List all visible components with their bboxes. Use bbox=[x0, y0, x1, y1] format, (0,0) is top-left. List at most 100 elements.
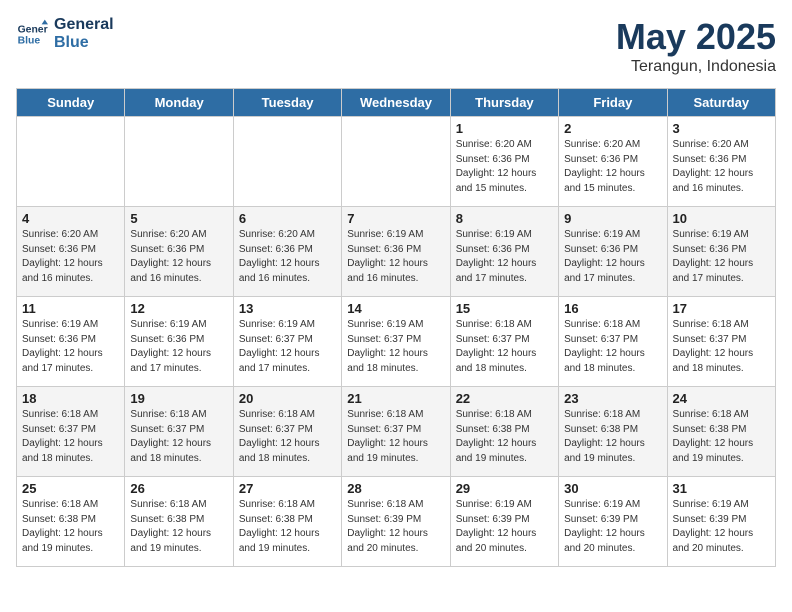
day-number: 4 bbox=[22, 211, 119, 226]
calendar-cell: 13 Sunrise: 6:19 AM Sunset: 6:37 PM Dayli… bbox=[233, 297, 341, 387]
day-info: Sunrise: 6:18 AM Sunset: 6:37 PM Dayligh… bbox=[347, 408, 444, 466]
day-number: 23 bbox=[564, 391, 661, 406]
day-info: Sunrise: 6:19 AM Sunset: 6:36 PM Dayligh… bbox=[130, 318, 227, 376]
day-number: 8 bbox=[456, 211, 553, 226]
svg-text:General: General bbox=[18, 24, 48, 35]
col-header-thursday: Thursday bbox=[450, 89, 558, 117]
calendar-cell: 1 Sunrise: 6:20 AM Sunset: 6:36 PM Daylig… bbox=[450, 117, 558, 207]
day-info: Sunrise: 6:20 AM Sunset: 6:36 PM Dayligh… bbox=[22, 228, 119, 286]
day-info: Sunrise: 6:18 AM Sunset: 6:38 PM Dayligh… bbox=[22, 498, 119, 556]
title-block: May 2025 Terangun, Indonesia bbox=[616, 16, 776, 76]
day-number: 10 bbox=[673, 211, 770, 226]
calendar-cell: 12Sunrise: 6:19 AM Sunset: 6:36 PM Dayli… bbox=[125, 297, 233, 387]
day-info: Sunrise: 6:20 AM Sunset: 6:36 PM Dayligh… bbox=[130, 228, 227, 286]
page-subtitle: Terangun, Indonesia bbox=[616, 58, 776, 76]
calendar-cell: 24 Sunrise: 6:18 AM Sunset: 6:38 PM Dayli… bbox=[667, 387, 775, 477]
day-info: Sunrise: 6:18 AM Sunset: 6:37 PM Dayligh… bbox=[130, 408, 227, 466]
calendar-cell: 28 Sunrise: 6:18 AM Sunset: 6:39 PM Dayli… bbox=[342, 477, 450, 567]
calendar-cell: 21Sunrise: 6:18 AM Sunset: 6:37 PM Dayli… bbox=[342, 387, 450, 477]
day-number: 18 bbox=[22, 391, 119, 406]
day-info: Sunrise: 6:18 AM Sunset: 6:38 PM Dayligh… bbox=[130, 498, 227, 556]
calendar-cell: 11 Sunrise: 6:19 AM Sunset: 6:36 PM Dayli… bbox=[17, 297, 125, 387]
day-info: Sunrise: 6:19 AM Sunset: 6:39 PM Dayligh… bbox=[673, 498, 770, 556]
col-header-sunday: Sunday bbox=[17, 89, 125, 117]
col-header-saturday: Saturday bbox=[667, 89, 775, 117]
calendar-table: SundayMondayTuesdayWednesdayThursdayFrid… bbox=[16, 88, 776, 567]
day-info: Sunrise: 6:18 AM Sunset: 6:38 PM Dayligh… bbox=[673, 408, 770, 466]
calendar-cell: 10 Sunrise: 6:19 AM Sunset: 6:36 PM Dayli… bbox=[667, 207, 775, 297]
day-number: 15 bbox=[456, 301, 553, 316]
day-number: 3 bbox=[673, 121, 770, 136]
calendar-cell: 2Sunrise: 6:20 AM Sunset: 6:36 PM Daylig… bbox=[559, 117, 667, 207]
day-number: 14 bbox=[347, 301, 444, 316]
calendar-cell: 31Sunrise: 6:19 AM Sunset: 6:39 PM Dayli… bbox=[667, 477, 775, 567]
col-header-wednesday: Wednesday bbox=[342, 89, 450, 117]
logo-line2: Blue bbox=[54, 34, 114, 52]
day-info: Sunrise: 6:18 AM Sunset: 6:37 PM Dayligh… bbox=[22, 408, 119, 466]
day-info: Sunrise: 6:18 AM Sunset: 6:39 PM Dayligh… bbox=[347, 498, 444, 556]
day-number: 19 bbox=[130, 391, 227, 406]
day-info: Sunrise: 6:19 AM Sunset: 6:36 PM Dayligh… bbox=[22, 318, 119, 376]
calendar-cell bbox=[125, 117, 233, 207]
calendar-cell: 7 Sunrise: 6:19 AM Sunset: 6:36 PM Daylig… bbox=[342, 207, 450, 297]
day-number: 26 bbox=[130, 481, 227, 496]
page-title: May 2025 bbox=[616, 16, 776, 58]
logo-icon: General Blue bbox=[16, 18, 48, 50]
day-info: Sunrise: 6:18 AM Sunset: 6:37 PM Dayligh… bbox=[564, 318, 661, 376]
calendar-cell: 17 Sunrise: 6:18 AM Sunset: 6:37 PM Dayli… bbox=[667, 297, 775, 387]
calendar-cell: 8Sunrise: 6:19 AM Sunset: 6:36 PM Daylig… bbox=[450, 207, 558, 297]
calendar-cell: 4 Sunrise: 6:20 AM Sunset: 6:36 PM Daylig… bbox=[17, 207, 125, 297]
col-header-friday: Friday bbox=[559, 89, 667, 117]
day-number: 5 bbox=[130, 211, 227, 226]
day-info: Sunrise: 6:19 AM Sunset: 6:37 PM Dayligh… bbox=[239, 318, 336, 376]
day-number: 7 bbox=[347, 211, 444, 226]
day-info: Sunrise: 6:20 AM Sunset: 6:36 PM Dayligh… bbox=[456, 138, 553, 196]
col-header-tuesday: Tuesday bbox=[233, 89, 341, 117]
calendar-cell: 22Sunrise: 6:18 AM Sunset: 6:38 PM Dayli… bbox=[450, 387, 558, 477]
day-number: 11 bbox=[22, 301, 119, 316]
col-header-monday: Monday bbox=[125, 89, 233, 117]
day-number: 29 bbox=[456, 481, 553, 496]
day-info: Sunrise: 6:20 AM Sunset: 6:36 PM Dayligh… bbox=[564, 138, 661, 196]
day-number: 22 bbox=[456, 391, 553, 406]
day-info: Sunrise: 6:19 AM Sunset: 6:39 PM Dayligh… bbox=[564, 498, 661, 556]
calendar-cell: 5 Sunrise: 6:20 AM Sunset: 6:36 PM Daylig… bbox=[125, 207, 233, 297]
day-number: 24 bbox=[673, 391, 770, 406]
calendar-cell: 25 Sunrise: 6:18 AM Sunset: 6:38 PM Dayli… bbox=[17, 477, 125, 567]
calendar-cell: 18 Sunrise: 6:18 AM Sunset: 6:37 PM Dayli… bbox=[17, 387, 125, 477]
day-number: 1 bbox=[456, 121, 553, 136]
day-number: 17 bbox=[673, 301, 770, 316]
day-info: Sunrise: 6:19 AM Sunset: 6:36 PM Dayligh… bbox=[347, 228, 444, 286]
svg-text:Blue: Blue bbox=[18, 35, 41, 46]
day-number: 25 bbox=[22, 481, 119, 496]
calendar-cell bbox=[233, 117, 341, 207]
day-number: 13 bbox=[239, 301, 336, 316]
day-info: Sunrise: 6:19 AM Sunset: 6:36 PM Dayligh… bbox=[673, 228, 770, 286]
day-info: Sunrise: 6:19 AM Sunset: 6:37 PM Dayligh… bbox=[347, 318, 444, 376]
calendar-cell: 3Sunrise: 6:20 AM Sunset: 6:36 PM Daylig… bbox=[667, 117, 775, 207]
day-number: 28 bbox=[347, 481, 444, 496]
day-number: 9 bbox=[564, 211, 661, 226]
logo: General Blue General Blue bbox=[16, 16, 114, 51]
calendar-cell: 15 Sunrise: 6:18 AM Sunset: 6:37 PM Dayli… bbox=[450, 297, 558, 387]
calendar-cell: 19 Sunrise: 6:18 AM Sunset: 6:37 PM Dayli… bbox=[125, 387, 233, 477]
calendar-cell: 23 Sunrise: 6:18 AM Sunset: 6:38 PM Dayli… bbox=[559, 387, 667, 477]
day-number: 30 bbox=[564, 481, 661, 496]
day-info: Sunrise: 6:18 AM Sunset: 6:37 PM Dayligh… bbox=[673, 318, 770, 376]
day-number: 6 bbox=[239, 211, 336, 226]
day-info: Sunrise: 6:18 AM Sunset: 6:38 PM Dayligh… bbox=[239, 498, 336, 556]
calendar-cell: 30 Sunrise: 6:19 AM Sunset: 6:39 PM Dayli… bbox=[559, 477, 667, 567]
page-header: General Blue General Blue May 2025 Teran… bbox=[16, 16, 776, 76]
calendar-cell bbox=[342, 117, 450, 207]
day-info: Sunrise: 6:18 AM Sunset: 6:38 PM Dayligh… bbox=[564, 408, 661, 466]
calendar-cell: 20 Sunrise: 6:18 AM Sunset: 6:37 PM Dayli… bbox=[233, 387, 341, 477]
day-number: 20 bbox=[239, 391, 336, 406]
day-info: Sunrise: 6:20 AM Sunset: 6:36 PM Dayligh… bbox=[239, 228, 336, 286]
day-info: Sunrise: 6:19 AM Sunset: 6:36 PM Dayligh… bbox=[564, 228, 661, 286]
day-info: Sunrise: 6:18 AM Sunset: 6:37 PM Dayligh… bbox=[456, 318, 553, 376]
calendar-cell: 27Sunrise: 6:18 AM Sunset: 6:38 PM Dayli… bbox=[233, 477, 341, 567]
calendar-cell: 26 Sunrise: 6:18 AM Sunset: 6:38 PM Dayli… bbox=[125, 477, 233, 567]
calendar-cell: 9 Sunrise: 6:19 AM Sunset: 6:36 PM Daylig… bbox=[559, 207, 667, 297]
calendar-cell: 6 Sunrise: 6:20 AM Sunset: 6:36 PM Daylig… bbox=[233, 207, 341, 297]
day-info: Sunrise: 6:18 AM Sunset: 6:37 PM Dayligh… bbox=[239, 408, 336, 466]
